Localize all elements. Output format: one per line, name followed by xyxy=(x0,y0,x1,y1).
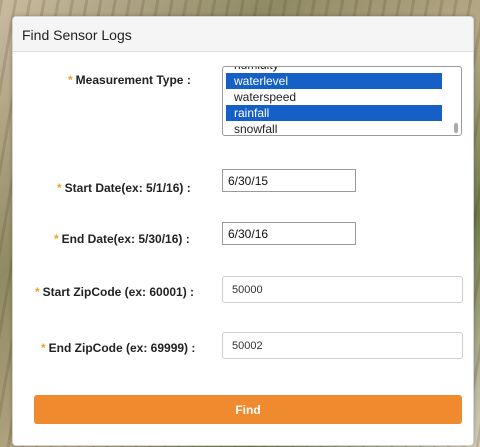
required-marker: * xyxy=(35,285,40,299)
panel-header: Find Sensor Logs xyxy=(13,17,473,52)
find-button[interactable]: Find xyxy=(34,395,462,424)
measurement-type-label: * Measurement Type : xyxy=(68,73,191,87)
option-waterlevel[interactable]: waterlevel xyxy=(226,73,442,89)
listbox-scrollbar[interactable] xyxy=(452,68,460,134)
start-zipcode-input[interactable] xyxy=(222,276,463,303)
end-zipcode-label: * End ZipCode (ex: 69999) : xyxy=(41,341,196,355)
option-humidity[interactable]: humidity xyxy=(226,67,442,73)
panel-title: Find Sensor Logs xyxy=(22,27,132,43)
measurement-type-select[interactable]: humidity waterlevel waterspeed rainfall … xyxy=(222,66,462,136)
option-snowfall[interactable]: snowfall xyxy=(226,121,442,135)
required-marker: * xyxy=(54,232,59,246)
required-marker: * xyxy=(68,73,73,87)
option-waterspeed[interactable]: waterspeed xyxy=(226,89,442,105)
end-zipcode-input[interactable] xyxy=(222,332,463,359)
required-marker: * xyxy=(41,341,46,355)
required-marker: * xyxy=(57,181,62,195)
scrollbar-thumb[interactable] xyxy=(454,123,458,133)
option-rainfall[interactable]: rainfall xyxy=(226,105,442,121)
start-date-input[interactable] xyxy=(222,169,356,192)
start-date-label: * Start Date(ex: 5/1/16) : xyxy=(57,181,191,195)
end-date-label: * End Date(ex: 5/30/16) : xyxy=(54,232,190,246)
find-sensor-logs-panel: Find Sensor Logs *Measurement Type : hum… xyxy=(12,16,474,446)
end-date-input[interactable] xyxy=(222,222,356,245)
start-zipcode-label: * Start ZipCode (ex: 60001) : xyxy=(35,285,195,299)
